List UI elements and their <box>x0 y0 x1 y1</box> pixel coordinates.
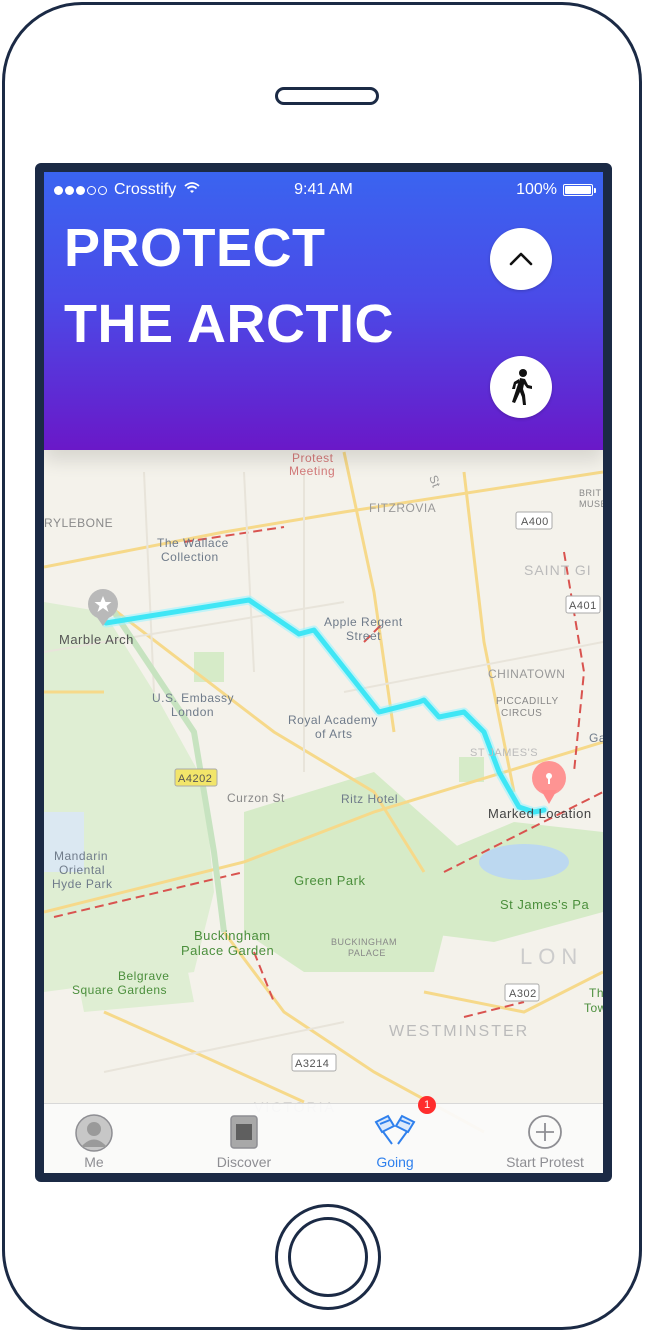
map-label: of Arts <box>315 727 353 741</box>
tab-going[interactable]: Going <box>325 1104 465 1173</box>
map-label: BUCKINGHAM <box>331 937 397 947</box>
map-label: Protest <box>292 451 334 465</box>
map-label: Palace Garden <box>181 943 274 958</box>
map-label: A401 <box>569 600 597 612</box>
battery-icon <box>563 184 596 196</box>
map-label: London <box>171 705 214 719</box>
map-label: Oriental <box>59 863 105 877</box>
map-label: Marble Arch <box>59 632 134 647</box>
collapse-button[interactable] <box>490 228 552 290</box>
plus-circle-icon <box>527 1114 563 1155</box>
map-label: Ga <box>589 731 603 745</box>
phone-screen: Protest Meeting RYLEBONE FITZROVIA The W… <box>35 163 612 1182</box>
map-label: Ritz Hotel <box>341 792 398 806</box>
tab-label: Discover <box>216 1154 272 1170</box>
map-label: U.S. Embassy <box>152 691 234 705</box>
walking-person-icon <box>512 369 532 405</box>
home-button-ring <box>288 1217 368 1297</box>
map-label: Belgrave <box>118 969 169 983</box>
battery-percent: 100% <box>516 181 557 198</box>
tab-bar: Me Discover Going 1 Start Protest <box>44 1096 603 1173</box>
map-label: WESTMINSTER <box>389 1023 529 1040</box>
avatar-icon <box>75 1114 113 1157</box>
phone-speaker <box>275 87 379 105</box>
map-label: Street <box>346 629 381 643</box>
map-label: Th <box>589 986 603 1000</box>
home-button[interactable] <box>275 1204 381 1310</box>
protest-header: Crosstify 9:41 AM 100% PROTECT THE ARCTI… <box>44 172 603 450</box>
map-label: SAINT GI <box>524 562 592 578</box>
map-label: BRIT <box>579 488 602 498</box>
tab-discover[interactable]: Discover <box>174 1104 314 1173</box>
walking-mode-button[interactable] <box>490 356 552 418</box>
book-icon <box>229 1114 259 1155</box>
map-label: MUSE <box>579 499 603 509</box>
notification-badge: 1 <box>418 1096 436 1114</box>
map-label: Mandarin <box>54 849 108 863</box>
map-label: LON <box>520 944 583 969</box>
map-label: Collection <box>161 550 219 564</box>
map-label: CIRCUS <box>501 708 542 719</box>
map-label: A400 <box>521 516 549 528</box>
tab-label: Start Protest <box>506 1154 584 1170</box>
battery-info: 100% <box>516 181 596 199</box>
map-label: Hyde Park <box>52 877 113 891</box>
tab-label: Me <box>84 1154 104 1170</box>
map-label: CHINATOWN <box>488 667 565 681</box>
map-label: A302 <box>509 988 537 1000</box>
map-label: A3214 <box>295 1058 329 1070</box>
map-label: ST JAMES'S <box>470 747 538 759</box>
status-bar: Crosstify 9:41 AM 100% <box>44 178 603 200</box>
map-label: The Wallace <box>157 536 229 550</box>
map-label: Meeting <box>289 464 335 478</box>
map-label: Marked Location <box>488 806 592 821</box>
map-label: RYLEBONE <box>44 516 113 530</box>
map-label: St James's Pa <box>500 897 589 912</box>
tab-me[interactable]: Me <box>44 1104 164 1173</box>
tab-label: Going <box>376 1154 414 1170</box>
map-label: PICCADILLY <box>496 696 559 707</box>
map-label: Green Park <box>294 873 365 888</box>
map-label: FITZROVIA <box>369 501 436 515</box>
map-label: A4202 <box>178 773 212 785</box>
title-line-2: THE ARCTIC <box>64 294 394 354</box>
chevron-up-icon <box>509 252 533 266</box>
map-label: Apple Regent <box>324 615 403 629</box>
map-label: Buckingham <box>194 928 271 943</box>
map-label: Royal Academy <box>288 713 378 727</box>
map-label: Curzon St <box>227 791 285 805</box>
protest-title: PROTECT THE ARCTIC <box>64 210 484 362</box>
tab-start-protest[interactable]: Start Protest <box>475 1104 603 1173</box>
map-label: Square Gardens <box>72 983 167 997</box>
flags-icon <box>370 1114 420 1153</box>
map-label: Tow <box>584 1001 603 1015</box>
map-label: PALACE <box>348 948 386 958</box>
title-line-1: PROTECT <box>64 218 326 278</box>
